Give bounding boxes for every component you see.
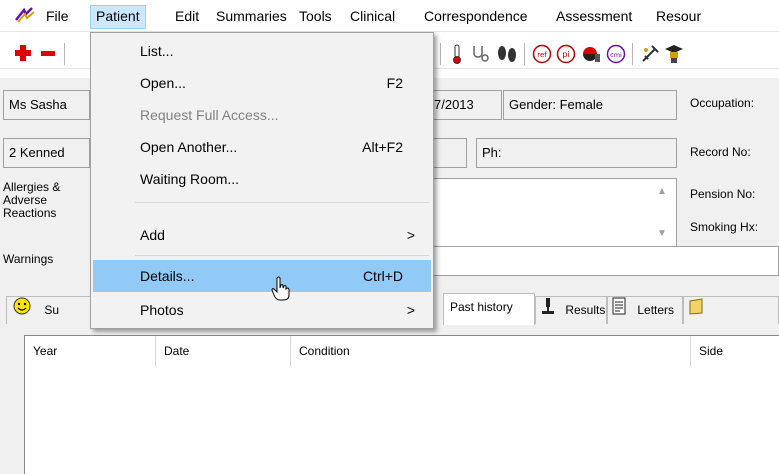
smiley-icon bbox=[13, 297, 31, 324]
menu-item-photos[interactable]: Photos > bbox=[93, 294, 431, 326]
occupation-label: Occupation: bbox=[690, 96, 755, 110]
vaccine-icon[interactable] bbox=[640, 44, 660, 67]
tab-past-history-label: Past history bbox=[450, 300, 513, 314]
toolbar-separator bbox=[632, 43, 633, 65]
document-icon bbox=[612, 297, 626, 324]
toolbar-separator bbox=[524, 43, 525, 65]
menu-item-open-label: Open... bbox=[140, 75, 186, 91]
allergies-textarea[interactable] bbox=[434, 178, 677, 249]
address-field-end bbox=[434, 138, 467, 168]
menu-item-details-label: Details... bbox=[140, 268, 195, 284]
cmi-icon[interactable]: cmi bbox=[606, 44, 626, 67]
column-header-year[interactable]: Year bbox=[25, 336, 156, 366]
allergies-label-line3: Reactions bbox=[3, 206, 57, 220]
menu-item-photos-label: Photos bbox=[140, 302, 184, 318]
patient-info-icon[interactable]: pi bbox=[556, 44, 576, 67]
patient-name-field[interactable]: Ms Sasha bbox=[3, 90, 90, 120]
tab-more[interactable] bbox=[683, 296, 779, 324]
menu-item-request-full-access-label: Request Full Access... bbox=[140, 107, 279, 123]
menu-item-details-shortcut: Ctrl+D bbox=[362, 268, 403, 284]
add-icon[interactable] bbox=[14, 44, 32, 65]
svg-text:cmi: cmi bbox=[610, 51, 622, 59]
menu-bar: File Patient Edit Summaries Tools Clinic… bbox=[0, 0, 779, 32]
tab-letters-label: Letters bbox=[637, 303, 675, 317]
scroll-down-arrow-icon[interactable]: ▼ bbox=[657, 228, 667, 239]
tab-summary-label: Su bbox=[44, 303, 60, 317]
menu-item-open[interactable]: Open... F2 bbox=[93, 67, 431, 99]
menu-item-waiting-room[interactable]: Waiting Room... bbox=[93, 163, 431, 195]
tab-summary[interactable]: Su bbox=[6, 296, 93, 324]
pension-number-label: Pension No: bbox=[690, 187, 756, 201]
menu-separator bbox=[135, 202, 429, 203]
menu-item-details[interactable]: Details... Ctrl+D bbox=[93, 260, 431, 292]
hand-cursor-icon bbox=[270, 276, 292, 305]
smoking-history-label: Smoking Hx: bbox=[690, 220, 759, 234]
education-icon[interactable] bbox=[664, 43, 684, 68]
menu-resources[interactable]: Resour bbox=[656, 6, 701, 28]
scroll-up-arrow-icon[interactable]: ▲ bbox=[657, 186, 667, 197]
referral-icon[interactable]: ref bbox=[532, 44, 552, 67]
grid-header: Year Date Condition Side bbox=[25, 336, 779, 366]
menu-item-open-another-label: Open Another... bbox=[140, 139, 238, 155]
menu-edit[interactable]: Edit bbox=[175, 6, 199, 28]
menu-item-waiting-room-label: Waiting Room... bbox=[140, 171, 240, 187]
column-header-date[interactable]: Date bbox=[156, 336, 291, 366]
record-number-label: Record No: bbox=[690, 145, 751, 159]
tab-results-label: Results bbox=[565, 303, 606, 317]
menu-patient[interactable]: Patient bbox=[90, 5, 146, 29]
menu-summaries[interactable]: Summaries bbox=[216, 6, 287, 28]
toolbar-separator bbox=[64, 43, 65, 65]
svg-text:pi: pi bbox=[562, 50, 569, 59]
stethoscope-icon[interactable] bbox=[470, 44, 490, 67]
footprints-icon[interactable] bbox=[496, 43, 518, 68]
menu-correspondence[interactable]: Correspondence bbox=[424, 6, 528, 28]
menu-item-add-label: Add bbox=[140, 227, 165, 243]
menu-clinical[interactable]: Clinical bbox=[350, 6, 395, 28]
submenu-arrow-icon: > bbox=[406, 227, 415, 243]
toolbar-separator bbox=[440, 43, 441, 65]
remove-icon[interactable] bbox=[40, 44, 56, 65]
menu-tools[interactable]: Tools bbox=[299, 6, 332, 28]
medication-icon[interactable] bbox=[580, 44, 602, 67]
menu-assessment[interactable]: Assessment bbox=[556, 6, 632, 28]
column-header-side[interactable]: Side bbox=[691, 336, 779, 366]
menu-item-open-another-shortcut: Alt+F2 bbox=[362, 139, 403, 155]
menu-item-request-full-access: Request Full Access... bbox=[93, 99, 431, 131]
menu-item-open-shortcut: F2 bbox=[386, 75, 403, 91]
warnings-field[interactable] bbox=[434, 246, 779, 276]
svg-text:ref: ref bbox=[537, 51, 547, 59]
microscope-icon bbox=[540, 297, 556, 324]
phone-field[interactable]: Ph: bbox=[476, 138, 677, 168]
patient-menu-dropdown: List... Open... F2 Request Full Access..… bbox=[90, 32, 434, 329]
past-history-grid[interactable]: Year Date Condition Side bbox=[24, 335, 779, 474]
menu-item-open-another[interactable]: Open Another... Alt+F2 bbox=[93, 131, 431, 163]
column-header-condition[interactable]: Condition bbox=[291, 336, 691, 366]
menu-item-add[interactable]: Add > bbox=[93, 219, 431, 251]
app-logo-icon bbox=[14, 6, 36, 29]
thermometer-icon[interactable] bbox=[452, 44, 462, 67]
warnings-label: Warnings bbox=[3, 252, 54, 266]
menu-item-list[interactable]: List... bbox=[93, 35, 431, 67]
folder-icon bbox=[688, 297, 704, 324]
menu-item-list-label: List... bbox=[140, 43, 174, 59]
submenu-arrow-icon: > bbox=[406, 302, 415, 318]
tab-letters[interactable]: Letters bbox=[607, 296, 683, 324]
tab-past-history[interactable]: Past history bbox=[443, 293, 535, 325]
tab-results[interactable]: Results bbox=[535, 296, 607, 324]
gender-field[interactable]: Gender: Female bbox=[503, 90, 677, 120]
address-field[interactable]: 2 Kenned bbox=[3, 138, 90, 168]
dob-field[interactable]: 7/2013 bbox=[434, 90, 502, 120]
menu-separator bbox=[135, 255, 429, 256]
menu-file[interactable]: File bbox=[46, 6, 69, 28]
